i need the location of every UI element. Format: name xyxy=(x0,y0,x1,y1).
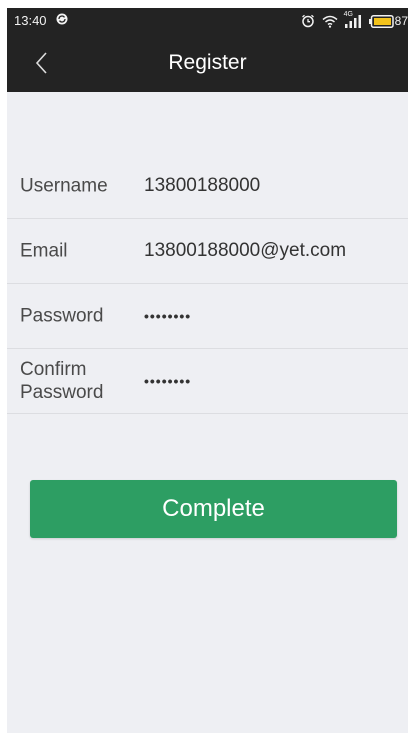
email-row: Email xyxy=(7,219,408,284)
email-label: Email xyxy=(20,240,68,262)
username-label: Username xyxy=(20,175,108,197)
signal-icon: 4G xyxy=(344,11,363,28)
confirm-password-label-line1: Confirm xyxy=(20,359,87,380)
title-bar: Register xyxy=(7,34,408,92)
battery-icon xyxy=(368,14,394,28)
status-bar: 13:40 4G 87 xyxy=(7,8,408,34)
confirm-password-input[interactable] xyxy=(144,373,394,389)
username-row: Username xyxy=(7,154,408,219)
register-screen: 13:40 4G 87 Register Username 1380018800… xyxy=(7,8,408,733)
confirm-password-label: Confirm Password xyxy=(20,358,130,404)
status-indicators: 4G 87 xyxy=(301,11,408,30)
password-label: Password xyxy=(20,305,104,327)
status-time: 13:40 xyxy=(14,13,47,28)
register-form: Username Email Password Confirm Password xyxy=(7,154,408,414)
battery-level: 87 xyxy=(394,14,408,28)
password-row: Password xyxy=(7,284,408,349)
complete-button[interactable]: Complete xyxy=(30,480,397,538)
wifi-icon xyxy=(322,15,338,28)
confirm-password-label-line2: Password xyxy=(20,382,104,403)
sync-icon xyxy=(56,13,68,25)
password-input[interactable] xyxy=(144,308,394,324)
username-input[interactable] xyxy=(144,175,394,197)
confirm-password-row: Confirm Password xyxy=(7,349,408,414)
email-input[interactable] xyxy=(144,240,394,262)
page-title: Register xyxy=(168,51,247,74)
alarm-icon xyxy=(301,14,315,28)
